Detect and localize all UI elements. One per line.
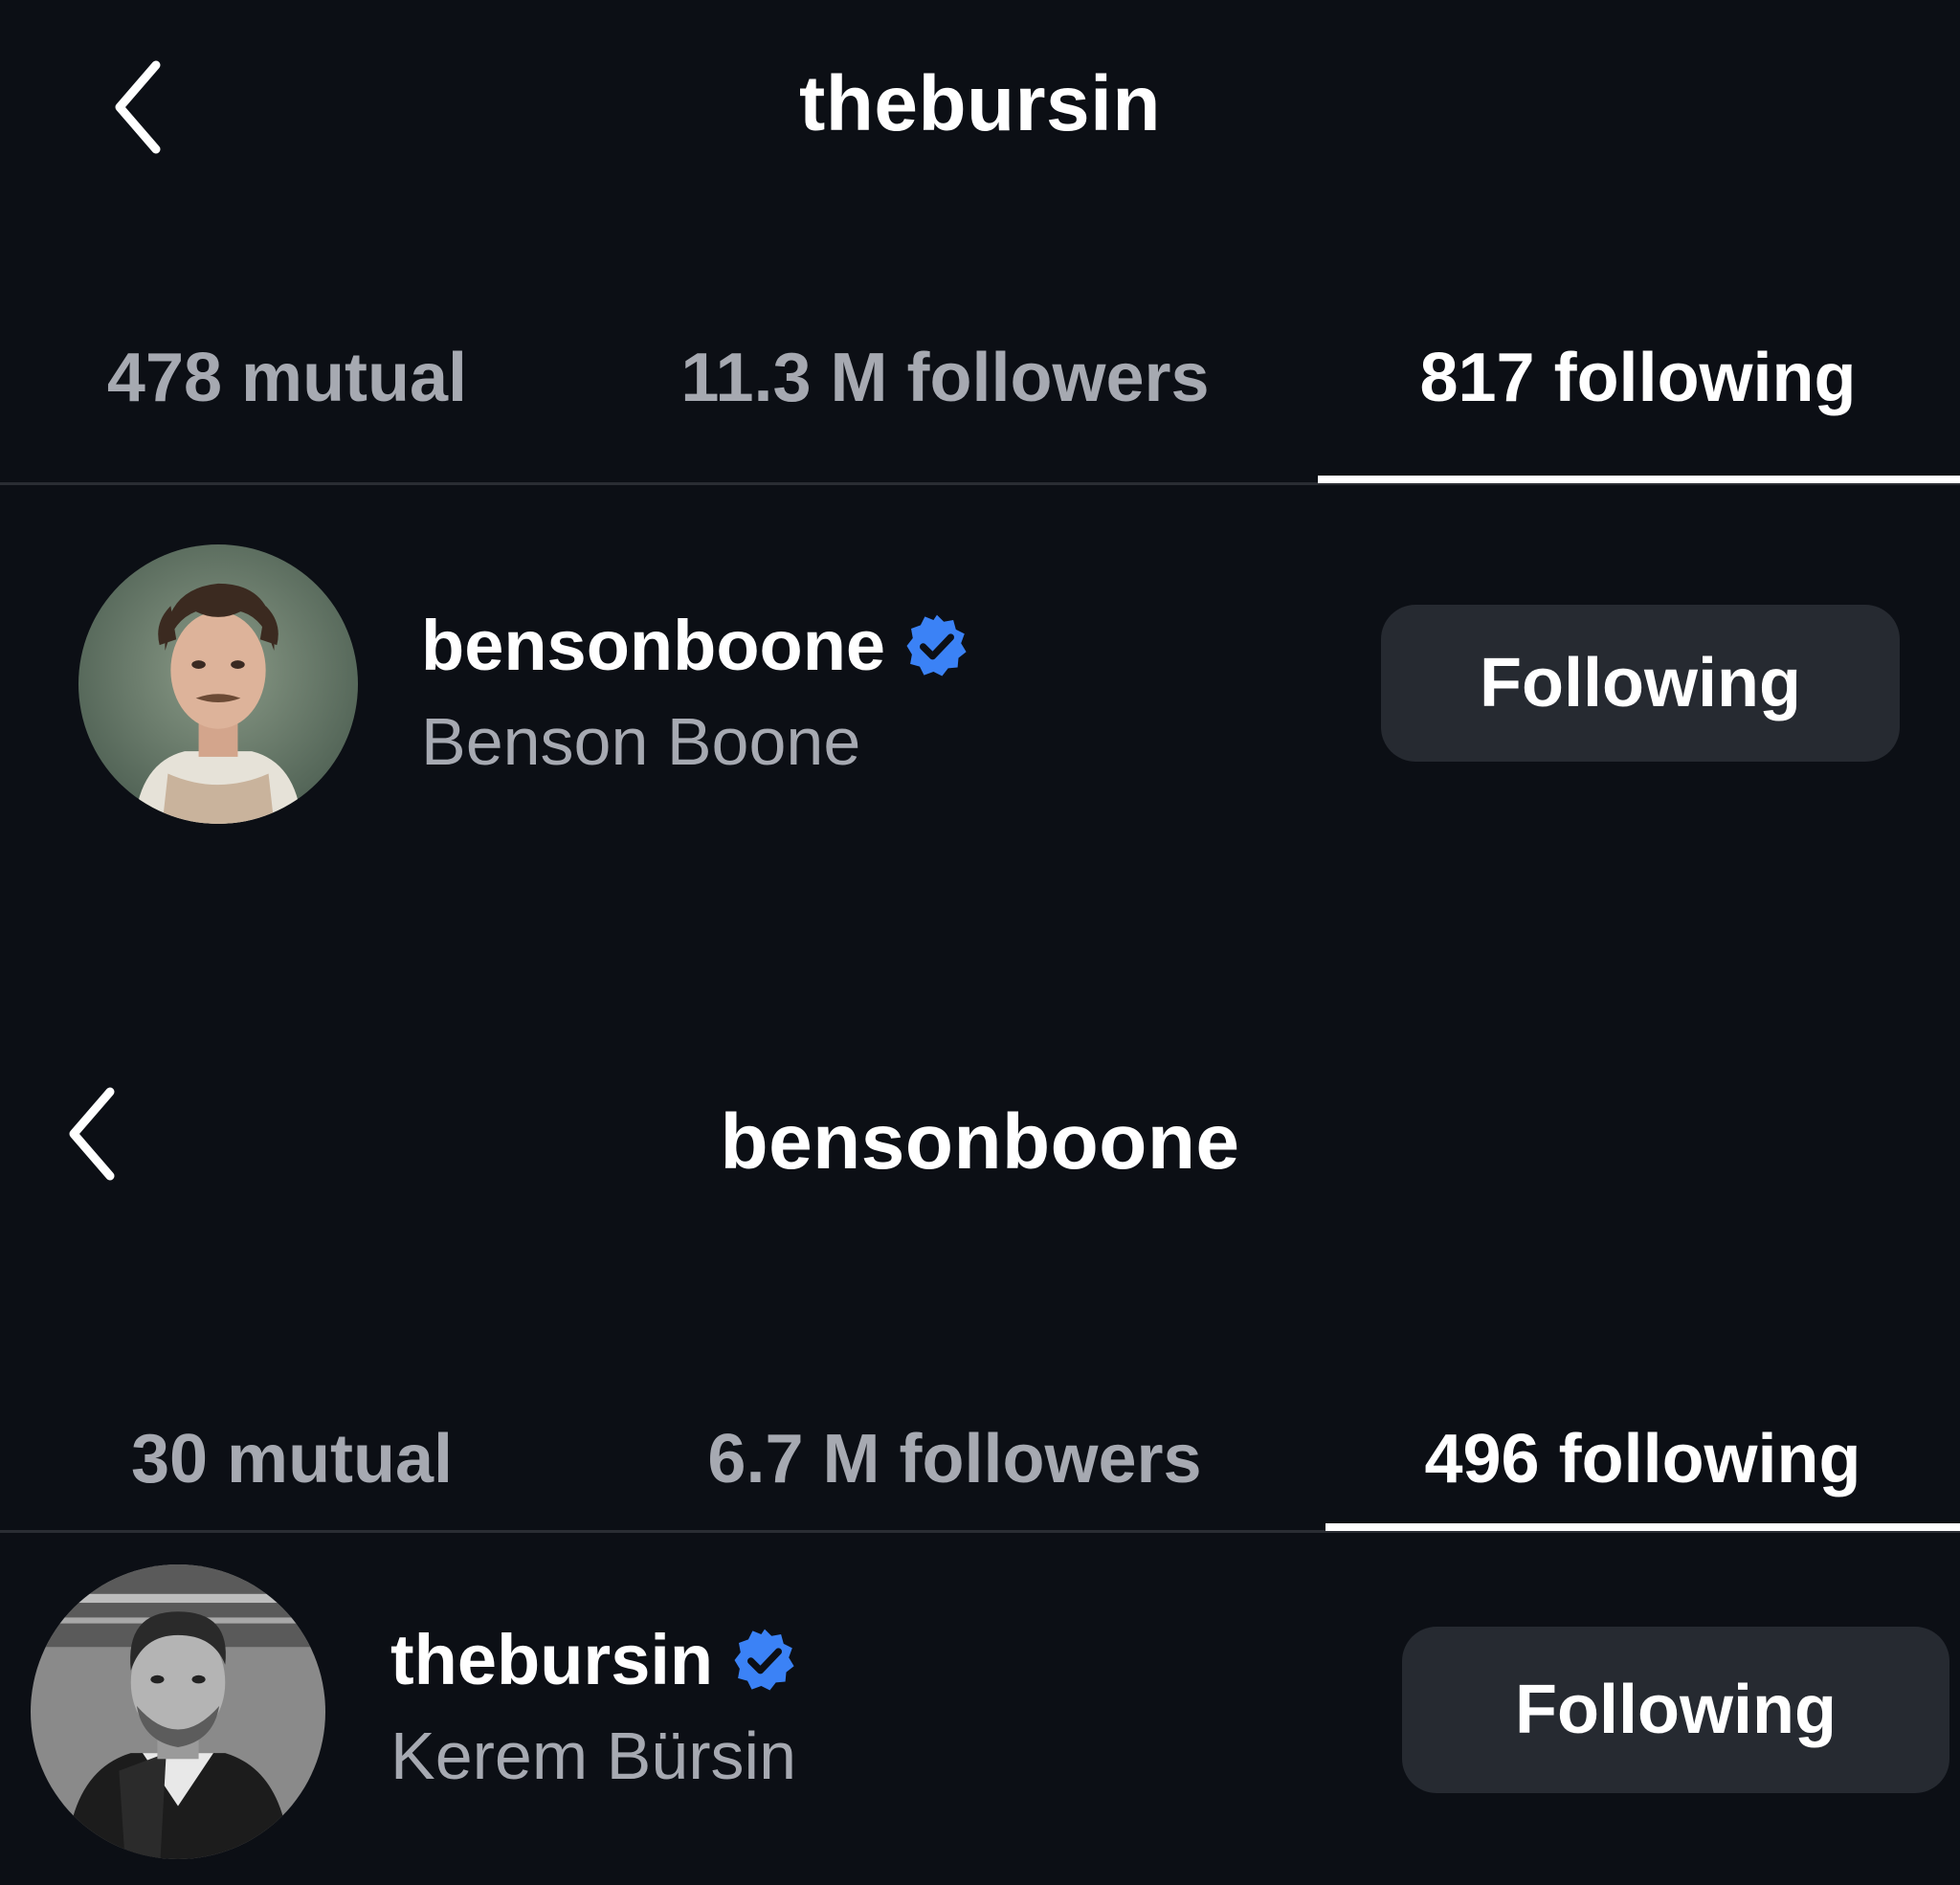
following-list-screen: bensonboone 30 mutual 6.7 M followers 49…	[0, 1024, 1960, 1885]
full-name: Kerem Bürsin	[390, 1719, 797, 1793]
username[interactable]: bensonboone	[421, 598, 885, 694]
tab-followers[interactable]: 6.7 M followers	[584, 1387, 1325, 1531]
avatar[interactable]	[78, 544, 358, 824]
tab-bar: 478 mutual 11.3 M followers 817 followin…	[0, 306, 1960, 459]
tab-following[interactable]: 496 following	[1325, 1387, 1960, 1531]
page-title: thebursin	[798, 60, 1162, 147]
profile-photo-icon	[78, 544, 358, 824]
user-info: bensonboone Benson Boone	[421, 598, 971, 789]
verified-badge-icon	[906, 614, 967, 676]
following-button[interactable]: Following	[1381, 605, 1900, 762]
tab-bar: 30 mutual 6.7 M followers 496 following	[0, 1387, 1960, 1541]
username[interactable]: thebursin	[390, 1612, 713, 1708]
full-name: Benson Boone	[421, 704, 861, 779]
list-item[interactable]: thebursin Kerem Bürsin Following	[0, 1560, 1960, 1859]
avatar[interactable]	[31, 1564, 325, 1859]
verified-badge-icon	[734, 1629, 794, 1691]
user-info: thebursin Kerem Bürsin	[390, 1612, 799, 1804]
active-tab-indicator	[1325, 1523, 1960, 1531]
page-title: bensonboone	[720, 1098, 1240, 1186]
tab-followers[interactable]: 11.3 M followers	[574, 306, 1316, 450]
list-item[interactable]: bensonboone Benson Boone Following	[0, 541, 1960, 828]
active-tab-indicator	[1318, 476, 1960, 483]
following-button[interactable]: Following	[1402, 1627, 1949, 1793]
tab-mutual[interactable]: 30 mutual	[0, 1387, 584, 1531]
profile-photo-icon	[31, 1564, 325, 1859]
tab-following[interactable]: 817 following	[1316, 306, 1960, 450]
following-list-screen: thebursin 478 mutual 11.3 M followers 81…	[0, 0, 1960, 942]
tab-mutual[interactable]: 478 mutual	[0, 306, 574, 450]
